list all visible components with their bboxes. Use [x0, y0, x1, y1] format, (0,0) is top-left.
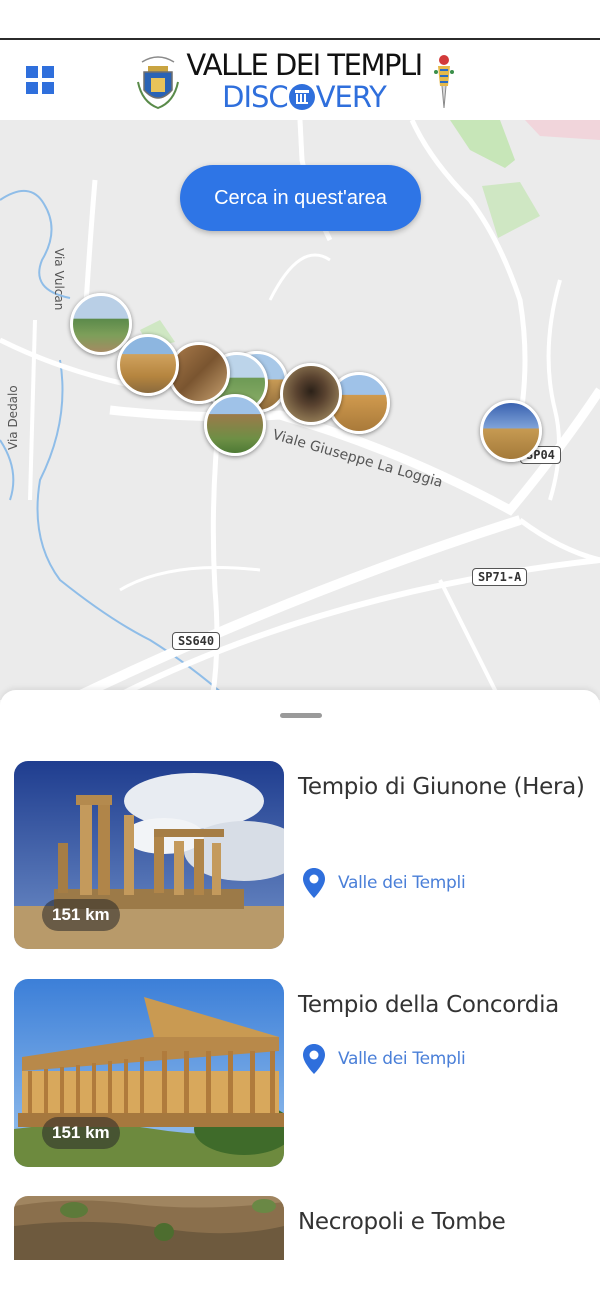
road-badge-sp71a: SP71-A: [472, 568, 528, 586]
distance-badge: 151 km: [42, 899, 120, 931]
site-thumbnail: [14, 1196, 284, 1260]
site-location-label: Valle dei Templi: [338, 1049, 466, 1069]
site-card[interactable]: 151 km Tempio della Concordia Valle dei …: [0, 979, 600, 1169]
site-location-label: Valle dei Templi: [338, 873, 466, 893]
map-pin-site[interactable]: [117, 334, 179, 396]
logo-subtitle-left: DISC: [222, 80, 289, 114]
status-bar: [0, 0, 600, 40]
site-thumbnail: 151 km: [14, 979, 284, 1167]
distance-badge: 151 km: [42, 1117, 120, 1149]
location-pin-icon: [303, 868, 325, 898]
site-card[interactable]: Necropoli e Tombe: [0, 1196, 600, 1260]
map-pin-site[interactable]: [204, 394, 266, 456]
street-label-via-vulcano: Via Vulcan: [52, 248, 66, 311]
road-badge-ss640: SS640: [172, 632, 221, 650]
location-pin-icon: [303, 1044, 325, 1074]
map-pin-site[interactable]: [480, 400, 542, 462]
search-this-area-button[interactable]: Cerca in quest'area: [180, 165, 421, 231]
site-title: Necropoli e Tombe: [298, 1209, 506, 1235]
menu-grid-icon[interactable]: [26, 66, 54, 94]
regional-emblem-icon: [434, 55, 454, 109]
app-logo: VALLE DEI TEMPLI DISC VERY: [186, 48, 423, 114]
site-title: Tempio di Giunone (Hera): [298, 774, 585, 800]
results-bottom-sheet: 151 km Tempio di Giunone (Hera) Valle de…: [0, 690, 600, 1300]
municipal-crest-icon: [137, 56, 179, 110]
logo-subtitle: DISC VERY: [186, 82, 422, 112]
map-pin-site[interactable]: [280, 363, 342, 425]
site-thumbnail: 151 km: [14, 761, 284, 949]
street-label-via-dedalo: Via Dedalo: [6, 385, 20, 450]
temple-coin-icon: [288, 84, 315, 110]
sheet-drag-handle[interactable]: [280, 713, 322, 718]
app-header: VALLE DEI TEMPLI DISC VERY: [0, 42, 600, 120]
site-location-link[interactable]: Valle dei Templi: [302, 866, 466, 900]
logo-title: VALLE DEI TEMPLI: [186, 48, 423, 82]
site-card[interactable]: 151 km Tempio di Giunone (Hera) Valle de…: [0, 761, 600, 951]
site-title: Tempio della Concordia: [298, 992, 559, 1018]
logo-subtitle-right: VERY: [315, 80, 387, 114]
site-location-link[interactable]: Valle dei Templi: [302, 1042, 466, 1076]
map-view[interactable]: Cerca in quest'area Via Vulcan Via Dedal…: [0, 120, 600, 700]
